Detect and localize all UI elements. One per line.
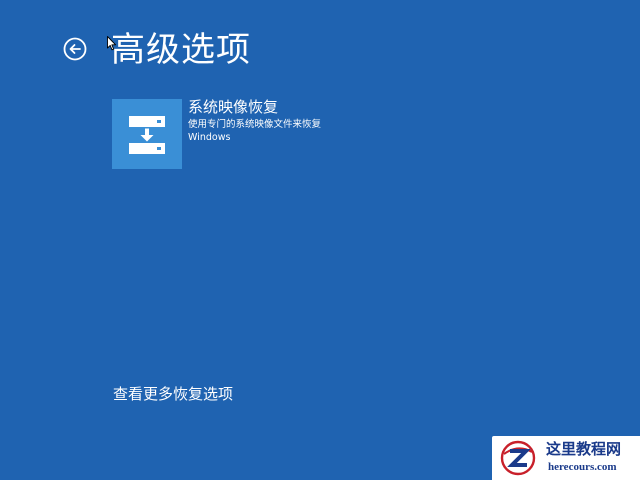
back-button[interactable] [63,37,87,61]
watermark-logo-icon [500,440,536,476]
watermark-domain: herecours.com [548,461,617,473]
option-description-continued: Windows [188,132,231,143]
more-recovery-options-link[interactable]: 查看更多恢复选项 [113,383,233,405]
option-title: 系统映像恢复 [188,98,279,116]
page-title: 高级选项 [111,30,251,70]
mouse-pointer-icon [107,36,117,51]
watermark-name: 这里教程网 [546,440,622,458]
option-description: 使用专门的系统映像文件来恢复 [188,119,322,130]
system-image-recovery-icon [112,99,182,169]
back-arrow-circle-icon [63,37,87,61]
option-system-image-recovery[interactable]: 系统映像恢复 使用专门的系统映像文件来恢复 Windows [112,98,332,169]
watermark: 这里教程网 herecours.com [492,436,640,480]
